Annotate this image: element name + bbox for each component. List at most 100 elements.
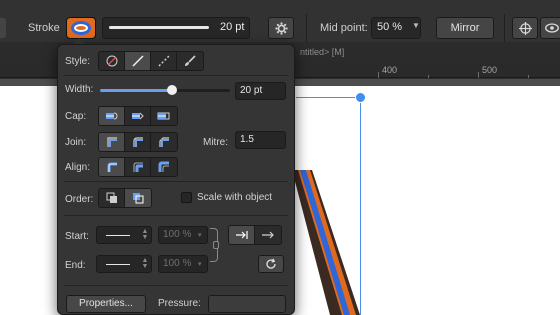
toolbar-divider xyxy=(306,14,307,42)
cap-label: Cap: xyxy=(65,111,87,122)
selection-edge-top xyxy=(296,97,360,98)
mirror-button[interactable]: Mirror xyxy=(436,17,494,39)
snapping-button[interactable] xyxy=(512,17,538,39)
none-style-icon xyxy=(106,55,118,67)
selection-handle[interactable] xyxy=(355,92,366,103)
mitre-input[interactable]: 1.5 xyxy=(235,131,286,149)
mitre-label: Mitre: xyxy=(203,137,228,148)
width-slider-knob[interactable] xyxy=(166,85,177,95)
toolbar-divider-2 xyxy=(504,14,505,42)
stroke-color-swatch[interactable] xyxy=(66,17,96,39)
dashed-line-icon xyxy=(157,55,170,67)
document-title[interactable]: ntitled> [M] xyxy=(300,47,344,57)
end-label: End: xyxy=(65,260,86,271)
section-divider xyxy=(64,215,288,216)
midpoint-label: Mid point: xyxy=(320,22,368,34)
stroke-label: Stroke xyxy=(28,22,60,34)
align-outside-option[interactable] xyxy=(151,158,177,176)
arrowhead-outside-option[interactable] xyxy=(255,226,281,244)
align-inside-option[interactable] xyxy=(125,158,151,176)
join-label: Join: xyxy=(65,137,87,148)
start-stepper-icon: ▲ ▼ xyxy=(141,228,149,241)
chevron-down-icon: ▾ xyxy=(198,232,202,239)
order-segmented xyxy=(98,188,152,208)
cap-segmented xyxy=(98,106,178,126)
ruler-tick xyxy=(478,72,479,78)
join-miter-option[interactable] xyxy=(99,133,125,151)
stroke-front-icon xyxy=(132,192,144,204)
crosshair-icon xyxy=(518,22,532,35)
end-size-value: 100 % xyxy=(163,258,192,269)
join-bevel-option[interactable] xyxy=(151,133,177,151)
join-round-option[interactable] xyxy=(125,133,151,151)
round-join-icon xyxy=(132,136,144,148)
midpoint-value: 50 % xyxy=(377,21,403,33)
align-segmented xyxy=(98,157,178,177)
section-divider xyxy=(64,285,288,286)
align-outside-icon xyxy=(158,161,170,173)
toolbar-left-stub[interactable] xyxy=(0,18,6,38)
width-slider[interactable] xyxy=(100,85,230,95)
style-label: Style: xyxy=(65,56,91,67)
eye-icon xyxy=(545,23,559,33)
style-solid-option[interactable] xyxy=(125,52,151,70)
scale-with-object-checkbox[interactable] xyxy=(181,192,192,203)
style-dashed-option[interactable] xyxy=(151,52,177,70)
arrow-right-icon xyxy=(261,230,275,240)
miter-join-icon xyxy=(106,136,118,148)
start-size-field[interactable]: 100 % ▾ xyxy=(158,226,208,244)
end-line-preview xyxy=(106,264,130,265)
gear-icon xyxy=(274,22,288,35)
cap-butt-option[interactable] xyxy=(99,107,125,125)
end-size-field[interactable]: 100 % ▾ xyxy=(158,255,208,273)
start-line-preview xyxy=(106,235,130,236)
style-segmented xyxy=(98,51,204,71)
chevron-down-icon: ▾ xyxy=(198,261,202,268)
style-texture-option[interactable] xyxy=(177,52,203,70)
stroke-behind-icon xyxy=(106,192,118,204)
arrowhead-placement-segmented xyxy=(228,225,282,245)
square-cap-icon xyxy=(157,110,171,122)
chain-link-icon[interactable] xyxy=(213,241,219,249)
properties-button[interactable]: Properties... xyxy=(66,295,146,313)
order-front-option[interactable] xyxy=(125,189,151,207)
end-arrowhead-select[interactable]: ▲ ▼ xyxy=(96,255,152,273)
align-center-icon xyxy=(106,161,118,173)
ruler-label-500: 500 xyxy=(482,65,498,75)
style-none-option[interactable] xyxy=(99,52,125,70)
order-label: Order: xyxy=(65,194,94,205)
order-behind-option[interactable] xyxy=(99,189,125,207)
round-cap-icon xyxy=(131,110,145,122)
end-stepper-icon: ▲ ▼ xyxy=(141,257,149,270)
toolbar-width-value: 20 pt xyxy=(220,21,245,33)
refresh-icon xyxy=(265,258,277,270)
stroke-popover: Style: Width: 20 pt Cap: Join: Mitre: 1.… xyxy=(57,44,295,315)
width-input[interactable]: 20 pt xyxy=(235,82,286,100)
selected-stroke-shape[interactable] xyxy=(290,170,360,315)
align-inside-icon xyxy=(132,161,144,173)
align-label: Align: xyxy=(65,162,91,173)
join-segmented xyxy=(98,132,178,152)
swap-arrowheads-button[interactable] xyxy=(258,255,284,273)
ruler-label-400: 400 xyxy=(382,65,398,75)
section-divider xyxy=(64,181,288,182)
align-center-option[interactable] xyxy=(99,158,125,176)
width-slider-fill xyxy=(100,89,172,92)
gear-button[interactable] xyxy=(268,17,294,39)
start-label: Start: xyxy=(65,231,89,242)
stroke-width-preview xyxy=(109,26,209,29)
arrowhead-inside-option[interactable] xyxy=(229,226,255,244)
pressure-graph-button[interactable] xyxy=(208,295,286,313)
scale-with-object-label: Scale with object xyxy=(197,192,273,203)
start-arrowhead-select[interactable]: ▲ ▼ xyxy=(96,226,152,244)
start-size-value: 100 % xyxy=(163,229,192,240)
brush-icon xyxy=(184,55,196,67)
ruler-tick xyxy=(428,75,429,78)
selection-edge-right xyxy=(360,97,361,315)
chevron-down-icon: ▼ xyxy=(412,21,420,30)
section-divider xyxy=(64,75,288,76)
view-mode-button[interactable] xyxy=(540,17,560,39)
cap-square-option[interactable] xyxy=(151,107,177,125)
midpoint-select[interactable]: 50 % ▼ xyxy=(371,17,421,39)
cap-round-option[interactable] xyxy=(125,107,151,125)
